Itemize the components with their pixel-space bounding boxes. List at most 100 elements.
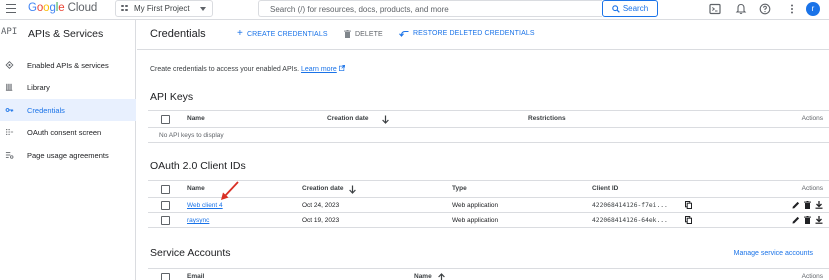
help-icon[interactable] xyxy=(759,3,771,15)
sidebar-item-credentials[interactable]: Credentials xyxy=(0,99,136,121)
download-icon[interactable] xyxy=(815,216,823,224)
search-button[interactable]: Search xyxy=(602,0,658,17)
empty-state: No API keys to display xyxy=(159,132,224,139)
column-header[interactable]: Restrictions xyxy=(528,115,566,122)
create-credentials-button[interactable]: + CREATE CREDENTIALS xyxy=(237,28,328,39)
consent-icon xyxy=(6,128,14,136)
delete-button[interactable]: DELETE xyxy=(344,30,383,38)
column-header[interactable]: Creation date xyxy=(302,185,344,192)
page-header: Credentials + CREATE CREDENTIALS DELETE … xyxy=(137,20,829,50)
table-header: Name Creation date Restrictions Actions xyxy=(148,110,829,128)
column-header[interactable]: Creation date xyxy=(327,115,369,122)
sidebar-item-library[interactable]: Library xyxy=(0,76,136,98)
notifications-icon[interactable] xyxy=(735,3,747,15)
row-actions xyxy=(792,201,823,209)
project-name: My First Project xyxy=(134,4,190,13)
description: Create credentials to access your enable… xyxy=(150,65,345,73)
sidebar-item-label: Library xyxy=(27,83,50,92)
search-input[interactable]: Search (/) for resources, docs, products… xyxy=(258,0,602,17)
select-all-checkbox[interactable] xyxy=(161,115,170,124)
annotation-arrow-icon xyxy=(221,181,239,200)
cloud-shell-icon[interactable] xyxy=(709,3,721,15)
sidebar-item-oauth-consent[interactable]: OAuth consent screen xyxy=(0,121,136,143)
sidebar-item-label: Page usage agreements xyxy=(27,151,109,160)
trash-icon xyxy=(344,30,351,38)
row-actions xyxy=(792,216,823,224)
search-button-label: Search xyxy=(622,4,649,13)
column-header[interactable]: Name xyxy=(187,185,205,192)
sidebar-title: APIs & Services xyxy=(28,28,104,40)
restore-label: RESTORE DELETED CREDENTIALS xyxy=(413,30,535,37)
avatar[interactable]: r xyxy=(806,2,820,16)
settings-list-icon xyxy=(5,152,14,159)
delete-icon[interactable] xyxy=(804,201,811,209)
creation-date: Oct 19, 2023 xyxy=(302,217,340,224)
table-header: Email Name Actions xyxy=(148,268,829,280)
page-title: Credentials xyxy=(150,28,206,40)
copy-icon[interactable] xyxy=(685,216,692,224)
download-icon[interactable] xyxy=(815,201,823,209)
client-name-link[interactable]: raysync xyxy=(187,217,209,224)
column-header: Actions xyxy=(801,273,823,280)
copy-icon[interactable] xyxy=(685,201,692,209)
library-icon xyxy=(5,83,13,91)
plus-icon: + xyxy=(237,28,243,39)
edit-icon[interactable] xyxy=(792,216,800,224)
project-dots-icon xyxy=(121,4,129,13)
more-vert-icon[interactable] xyxy=(786,3,798,15)
diamond-icon xyxy=(5,61,14,69)
sort-arrow-down-icon[interactable] xyxy=(349,185,356,194)
table-row: Web client 4 Oct 24, 2023 Web applicatio… xyxy=(148,198,829,213)
column-header[interactable]: Name xyxy=(187,115,205,122)
select-all-checkbox[interactable] xyxy=(161,185,170,194)
description-text: Create credentials to access your enable… xyxy=(150,66,300,73)
client-name-link[interactable]: Web client 4 xyxy=(187,202,223,209)
learn-more-link[interactable]: Learn more xyxy=(301,66,337,73)
restore-icon xyxy=(399,30,409,37)
sidebar: API APIs & Services Enabled APIs & servi… xyxy=(0,20,136,280)
manage-service-accounts-link[interactable]: Manage service accounts xyxy=(734,250,813,257)
creation-date: Oct 24, 2023 xyxy=(302,202,340,209)
sidebar-header: API APIs & Services xyxy=(0,27,136,41)
key-icon xyxy=(5,108,14,112)
client-type: Web application xyxy=(452,202,499,209)
main-content: Credentials + CREATE CREDENTIALS DELETE … xyxy=(137,20,829,280)
sidebar-item-label: OAuth consent screen xyxy=(27,128,102,137)
api-icon: API xyxy=(1,27,18,37)
menu-icon[interactable] xyxy=(6,4,16,14)
search-placeholder: Search (/) for resources, docs, products… xyxy=(270,5,449,14)
search-icon xyxy=(612,4,620,13)
client-id: 422068414126-64ek... xyxy=(592,217,668,224)
sidebar-item-page-usage[interactable]: Page usage agreements xyxy=(0,144,136,166)
table-header: Name Creation date Type Client ID Action… xyxy=(148,180,829,198)
service-accounts-title: Service Accounts xyxy=(150,247,231,259)
oauth-title: OAuth 2.0 Client IDs xyxy=(150,160,246,172)
edit-icon[interactable] xyxy=(792,201,800,209)
table-row: No API keys to display xyxy=(148,128,829,143)
client-id: 422068414126-f7ei... xyxy=(592,202,668,209)
sort-arrow-up-icon[interactable] xyxy=(438,273,445,280)
project-picker[interactable]: My First Project xyxy=(115,0,213,17)
sidebar-item-label: Credentials xyxy=(27,106,65,115)
column-header[interactable]: Name xyxy=(414,273,432,280)
column-header: Actions xyxy=(801,115,823,122)
google-cloud-logo[interactable]: Google Cloud xyxy=(28,2,97,14)
column-header: Actions xyxy=(801,185,823,192)
delete-icon[interactable] xyxy=(804,216,811,224)
caret-down-icon xyxy=(200,7,206,11)
sidebar-item-enabled-apis[interactable]: Enabled APIs & services xyxy=(0,54,136,76)
column-header[interactable]: Email xyxy=(187,273,204,280)
column-header[interactable]: Client ID xyxy=(592,185,618,192)
api-keys-title: API Keys xyxy=(150,91,194,103)
create-credentials-label: CREATE CREDENTIALS xyxy=(246,30,328,38)
select-all-checkbox[interactable] xyxy=(161,273,170,280)
sidebar-item-label: Enabled APIs & services xyxy=(27,61,109,70)
row-checkbox[interactable] xyxy=(161,216,170,225)
sort-arrow-down-icon[interactable] xyxy=(382,115,389,124)
column-header[interactable]: Type xyxy=(452,185,467,192)
delete-label: DELETE xyxy=(355,30,383,38)
external-link-icon xyxy=(338,65,345,71)
table-row: raysync Oct 19, 2023 Web application 422… xyxy=(148,213,829,228)
row-checkbox[interactable] xyxy=(161,201,170,210)
restore-deleted-button[interactable]: RESTORE DELETED CREDENTIALS xyxy=(399,30,535,37)
